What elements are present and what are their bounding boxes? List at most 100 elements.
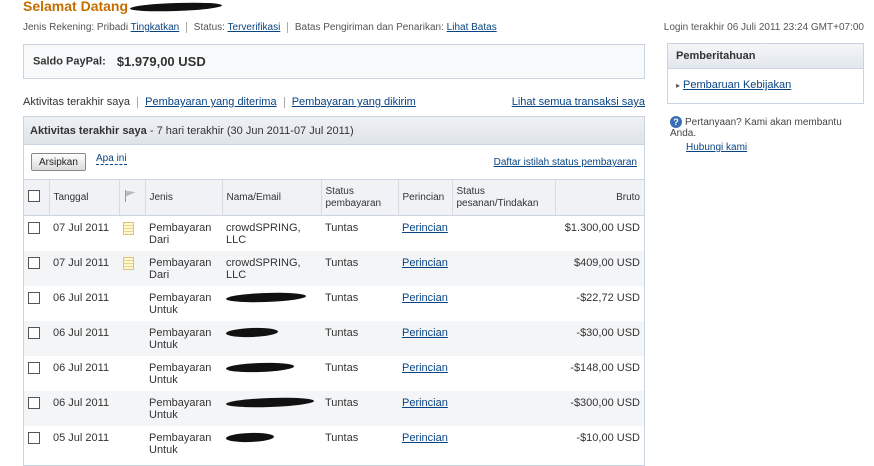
column-header-order-status: Status pesanan/Tindakan bbox=[451, 179, 555, 216]
row-details-cell: Perincian bbox=[398, 286, 452, 321]
column-header-type: Jenis bbox=[144, 179, 222, 216]
last-login-text: Login terakhir 06 Juli 2011 23:24 GMT+07… bbox=[663, 22, 864, 33]
row-note-cell bbox=[119, 250, 145, 286]
flag-icon bbox=[124, 189, 138, 202]
row-note-cell bbox=[119, 356, 145, 391]
row-select-cell bbox=[24, 426, 49, 461]
table-row: 06 Jul 2011 Pembayaran Untuk Tuntas Perinci… bbox=[24, 356, 644, 391]
help-section: ? Pertanyaan? Kami akan membantu Anda. Hu… bbox=[670, 116, 870, 153]
activity-panel: Aktivitas terakhir saya - 7 hari terakhi… bbox=[23, 116, 645, 466]
question-icon: ? bbox=[670, 116, 682, 128]
verified-status-link[interactable]: Terverifikasi bbox=[228, 22, 281, 33]
column-header-details: Perincian bbox=[397, 179, 452, 216]
contact-us-link[interactable]: Hubungi kami bbox=[686, 142, 870, 153]
row-checkbox[interactable] bbox=[28, 291, 40, 304]
row-name-cell: crowdSPRING, LLC bbox=[222, 216, 321, 251]
balance-box: Saldo PayPal: $1.979,00 USD bbox=[23, 44, 645, 79]
see-all-transactions-link[interactable]: Lihat semua transaksi saya bbox=[512, 96, 645, 108]
activity-date-range: - 7 hari terakhir (30 Jun 2011-07 Jul 20… bbox=[146, 125, 354, 137]
redacted-name bbox=[225, 327, 279, 338]
row-type: Pembayaran Untuk bbox=[149, 291, 212, 316]
policy-update-link[interactable]: Pembaruan Kebijakan bbox=[683, 79, 791, 91]
row-select-cell bbox=[24, 390, 49, 426]
limits-label: Batas Pengiriman dan Penarikan: bbox=[294, 22, 444, 34]
row-date: 07 Jul 2011 bbox=[53, 222, 110, 234]
row-gross: -$22,72 USD bbox=[576, 291, 640, 304]
activity-toolbar: Arsipkan Apa ini Daftar istilah status p… bbox=[24, 145, 644, 179]
column-header-date[interactable]: Tanggal bbox=[48, 179, 119, 216]
row-order-status bbox=[452, 286, 555, 321]
details-link[interactable]: Perincian bbox=[402, 362, 448, 374]
upgrade-link[interactable]: Tingkatkan bbox=[131, 22, 180, 33]
row-status: Tuntas bbox=[325, 361, 359, 374]
column-header-gross: Bruto bbox=[554, 179, 644, 216]
row-gross: $409,00 USD bbox=[555, 250, 644, 286]
row-select-cell bbox=[24, 250, 49, 286]
row-checkbox[interactable] bbox=[28, 222, 40, 234]
row-details-cell: Perincian bbox=[398, 250, 452, 286]
row-checkbox[interactable] bbox=[28, 256, 40, 269]
table-row: 07 Jul 2011 Pembayaran Dari crowdSPRING, L… bbox=[24, 250, 644, 286]
row-type: Pembayaran Untuk bbox=[145, 390, 222, 426]
view-limits-link[interactable]: Lihat Batas bbox=[447, 22, 497, 33]
row-name: crowdSPRING, LLC bbox=[226, 256, 301, 281]
row-name-cell bbox=[222, 426, 321, 461]
activity-title: Aktivitas terakhir saya bbox=[30, 125, 147, 137]
welcome-title: Selamat Datang bbox=[23, 0, 223, 14]
what-is-this-link[interactable]: Apa ini bbox=[96, 153, 127, 165]
note-icon[interactable] bbox=[123, 222, 134, 235]
row-name-cell bbox=[222, 320, 321, 356]
row-status: Tuntas bbox=[325, 431, 359, 444]
details-link[interactable]: Perincian bbox=[402, 257, 448, 269]
row-checkbox[interactable] bbox=[28, 361, 40, 374]
flag-column-header bbox=[118, 179, 145, 216]
row-order-status bbox=[452, 216, 555, 251]
row-name-cell bbox=[222, 356, 321, 391]
row-type: Pembayaran Untuk bbox=[145, 320, 222, 356]
table-row: 06 Jul 2011 Pembayaran Untuk Tuntas Perinci… bbox=[24, 390, 644, 426]
details-link[interactable]: Perincian bbox=[402, 327, 448, 339]
row-type: Pembayaran Dari bbox=[149, 222, 212, 246]
details-link[interactable]: Perincian bbox=[402, 292, 448, 304]
divider bbox=[287, 22, 289, 33]
archive-button[interactable]: Arsipkan bbox=[31, 153, 86, 171]
row-date: 06 Jul 2011 bbox=[49, 390, 119, 426]
row-checkbox[interactable] bbox=[28, 326, 40, 339]
account-info-bar: Jenis Rekening: Pribadi Tingkatkan Statu… bbox=[23, 22, 497, 33]
row-date: 07 Jul 2011 bbox=[49, 250, 119, 286]
status-glossary-link[interactable]: Daftar istilah status pembayaran bbox=[494, 157, 637, 168]
tab-payments-received[interactable]: Pembayaran yang diterima bbox=[145, 96, 276, 108]
select-all-checkbox[interactable] bbox=[28, 189, 40, 202]
row-checkbox[interactable] bbox=[28, 396, 40, 409]
tab-payments-sent[interactable]: Pembayaran yang dikirim bbox=[292, 96, 416, 108]
divider bbox=[186, 22, 187, 33]
row-name: crowdSPRING, LLC bbox=[226, 222, 301, 246]
redacted-name bbox=[225, 361, 295, 374]
row-details-cell: Perincian bbox=[398, 356, 452, 391]
table-row: 07 Jul 2011 Pembayaran Dari crowdSPRING, L… bbox=[24, 216, 644, 251]
select-all-cell bbox=[24, 179, 49, 216]
details-link[interactable]: Perincian bbox=[402, 222, 448, 234]
welcome-text: Selamat Datang bbox=[23, 0, 129, 14]
table-row: 06 Jul 2011 Pembayaran Untuk Tuntas Perinci… bbox=[24, 320, 644, 356]
column-header-name: Nama/Email bbox=[221, 179, 321, 216]
row-type: Pembayaran Dari bbox=[145, 250, 222, 286]
table-row: 05 Jul 2011 Pembayaran Untuk Tuntas Perinci… bbox=[24, 426, 644, 461]
row-name-cell: crowdSPRING, LLC bbox=[222, 250, 321, 286]
row-checkbox[interactable] bbox=[28, 431, 40, 444]
row-gross: -$300,00 USD bbox=[555, 390, 644, 426]
balance-amount: $1.979,00 USD bbox=[116, 54, 206, 69]
row-select-cell bbox=[24, 356, 49, 391]
details-link[interactable]: Perincian bbox=[402, 432, 448, 444]
note-icon[interactable] bbox=[123, 256, 134, 270]
row-status: Tuntas bbox=[321, 390, 398, 426]
row-gross: -$10,00 USD bbox=[576, 431, 640, 444]
row-details-cell: Perincian bbox=[398, 320, 452, 356]
table-header-row: Tanggal Jenis Nama/Email Status pembayar… bbox=[24, 179, 644, 216]
status-label: Status: bbox=[193, 22, 225, 34]
redacted-name bbox=[225, 291, 307, 304]
details-link[interactable]: Perincian bbox=[402, 397, 448, 409]
redacted-name bbox=[225, 432, 275, 443]
row-order-status bbox=[452, 250, 555, 286]
row-order-status bbox=[452, 390, 555, 426]
